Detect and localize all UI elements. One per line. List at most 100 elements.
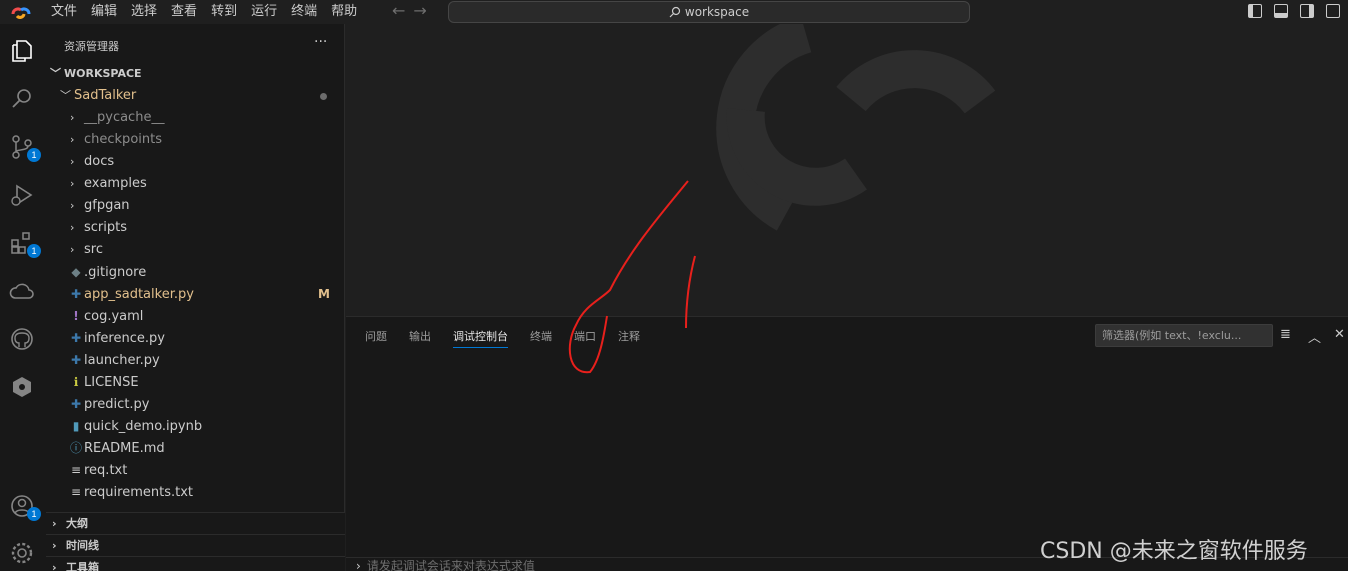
settings-gear-icon[interactable] — [9, 540, 35, 566]
tab-debug-console[interactable]: 调试控制台 — [453, 328, 508, 348]
source-control-icon[interactable]: 1 — [9, 134, 41, 162]
toggle-sidebar-icon[interactable] — [1248, 4, 1262, 18]
tree-item[interactable]: ≡ requirements.txt — [46, 481, 345, 503]
command-center-search[interactable]: workspace — [448, 1, 970, 23]
customize-layout-icon[interactable] — [1326, 4, 1340, 18]
python-file-icon: ✚ — [70, 397, 82, 411]
activity-bar: 1 1 1 — [0, 24, 46, 571]
tree-item[interactable]: ⓘ README.md — [46, 437, 345, 459]
search-view-icon[interactable] — [9, 86, 35, 112]
menu-go[interactable]: 转到 — [204, 0, 244, 24]
folder-sadtalker[interactable]: ﹀ SadTalker — [46, 85, 345, 107]
tree-item-label: .gitignore — [84, 265, 147, 280]
text-file-icon: ≡ — [70, 485, 82, 499]
tree-item-label: app_sadtalker.py — [84, 287, 194, 302]
tree-item-label: examples — [84, 176, 147, 191]
toggle-panel-icon[interactable] — [1274, 4, 1288, 18]
filter-input[interactable]: 筛选器(例如 text、!exclu... — [1095, 324, 1273, 347]
tree-item[interactable]: ▮ quick_demo.ipynb — [46, 415, 345, 437]
tab-ports[interactable]: 端口 — [574, 328, 596, 348]
console-placeholder: 请发起调试会话来对表达式求值 — [366, 559, 535, 571]
tree-item[interactable]: ≡ req.txt — [46, 459, 345, 481]
back-arrow-icon[interactable]: ← — [392, 3, 405, 19]
tree-item-label: predict.py — [84, 397, 150, 412]
gitignore-icon: ◆ — [71, 265, 81, 279]
tree-item-label: quick_demo.ipynb — [84, 419, 203, 434]
chevron-down-icon: ﹀ — [60, 89, 71, 102]
menu-edit[interactable]: 编辑 — [84, 0, 124, 24]
tree-item-label: inference.py — [84, 331, 165, 346]
extensions-icon[interactable]: 1 — [9, 230, 41, 258]
menu-view[interactable]: 查看 — [164, 0, 204, 24]
section-label: 时间线 — [66, 539, 99, 552]
tree-item[interactable]: › docs — [46, 151, 345, 173]
tree-item-label: req.txt — [84, 463, 128, 478]
tree-item[interactable]: › checkpoints — [46, 129, 345, 151]
forward-arrow-icon[interactable]: → — [413, 3, 426, 19]
chevron-right-icon: › — [52, 561, 57, 571]
python-file-icon: ✚ — [70, 353, 82, 367]
close-panel-icon[interactable]: ✕ — [1334, 327, 1345, 342]
workspace-header[interactable]: ﹀ WORKSPACE — [46, 63, 345, 85]
tree-item[interactable]: › src — [46, 239, 345, 261]
chevron-right-icon: › — [356, 559, 361, 571]
search-label: workspace — [684, 5, 750, 19]
chevron-right-icon: › — [70, 133, 75, 146]
menu-run[interactable]: 运行 — [244, 0, 284, 24]
chevron-right-icon: › — [70, 155, 75, 168]
tree-item[interactable]: ✚ inference.py — [46, 327, 345, 349]
tree-item[interactable]: ✚ predict.py — [46, 393, 345, 415]
menu-selection[interactable]: 选择 — [124, 0, 164, 24]
tab-problems[interactable]: 问题 — [365, 328, 387, 348]
tree-item-label: launcher.py — [84, 353, 160, 368]
tree-item-label: README.md — [84, 441, 165, 456]
timeline-section[interactable]: › 时间线 — [46, 534, 345, 556]
more-actions-icon[interactable]: ··· — [314, 34, 327, 50]
chevron-right-icon: › — [70, 199, 75, 212]
layout-controls — [1248, 4, 1340, 18]
run-debug-icon[interactable] — [9, 182, 35, 208]
tree-item[interactable]: ◆ .gitignore — [46, 261, 345, 283]
tree-item[interactable]: ✚ app_sadtalker.py M — [46, 283, 345, 305]
accounts-icon[interactable]: 1 — [9, 493, 41, 521]
tree-item-label: checkpoints — [84, 132, 162, 147]
github-icon[interactable] — [9, 326, 35, 352]
chevron-right-icon: › — [70, 177, 75, 190]
menu-terminal[interactable]: 终端 — [284, 0, 324, 24]
toolbox-section[interactable]: › 工具箱 — [46, 556, 345, 571]
extensions-badge: 1 — [27, 244, 41, 258]
explorer-sidebar: 资源管理器 ··· ﹀ WORKSPACE ﹀ SadTalker › __pycac… — [46, 24, 345, 571]
toggle-secondary-sidebar-icon[interactable] — [1300, 4, 1314, 18]
explorer-icon[interactable] — [9, 38, 35, 64]
panel-tabs: 问题 输出 调试控制台 终端 端口 注释 — [365, 328, 662, 348]
modified-flag: M — [318, 287, 330, 301]
tree-item[interactable]: › examples — [46, 173, 345, 195]
tab-comments[interactable]: 注释 — [618, 328, 640, 348]
tree-item[interactable]: ℹ LICENSE — [46, 371, 345, 393]
tree-item-label: gfpgan — [84, 198, 130, 213]
tree-item[interactable]: ✚ launcher.py — [46, 349, 345, 371]
chevron-right-icon: › — [70, 111, 75, 124]
workspace-label: WORKSPACE — [64, 67, 142, 80]
tree-item[interactable]: › scripts — [46, 217, 345, 239]
info-icon: ⓘ — [69, 441, 82, 455]
tab-terminal[interactable]: 终端 — [530, 328, 552, 348]
menu-help[interactable]: 帮助 — [324, 0, 364, 24]
source-control-badge: 1 — [27, 148, 41, 162]
tree-item[interactable]: › gfpgan — [46, 195, 345, 217]
tree-item[interactable]: ! cog.yaml — [46, 305, 345, 327]
tree-item-label: __pycache__ — [84, 110, 165, 125]
toolbox-icon[interactable] — [9, 374, 35, 400]
chevron-down-icon: ﹀ — [50, 67, 61, 80]
chevron-right-icon: › — [70, 221, 75, 234]
maximize-panel-icon[interactable]: ︿ — [1308, 327, 1321, 346]
chevron-right-icon: › — [52, 517, 57, 530]
remote-explorer-icon[interactable] — [9, 278, 35, 304]
tab-output[interactable]: 输出 — [409, 328, 431, 348]
tree-item[interactable]: › __pycache__ — [46, 107, 345, 129]
outline-section[interactable]: › 大纲 — [46, 512, 345, 534]
tree-item-label: src — [84, 242, 103, 257]
clear-console-icon[interactable]: ≣ — [1280, 327, 1291, 342]
menu-file[interactable]: 文件 — [44, 0, 84, 24]
nav-arrows: ← → — [392, 3, 427, 19]
